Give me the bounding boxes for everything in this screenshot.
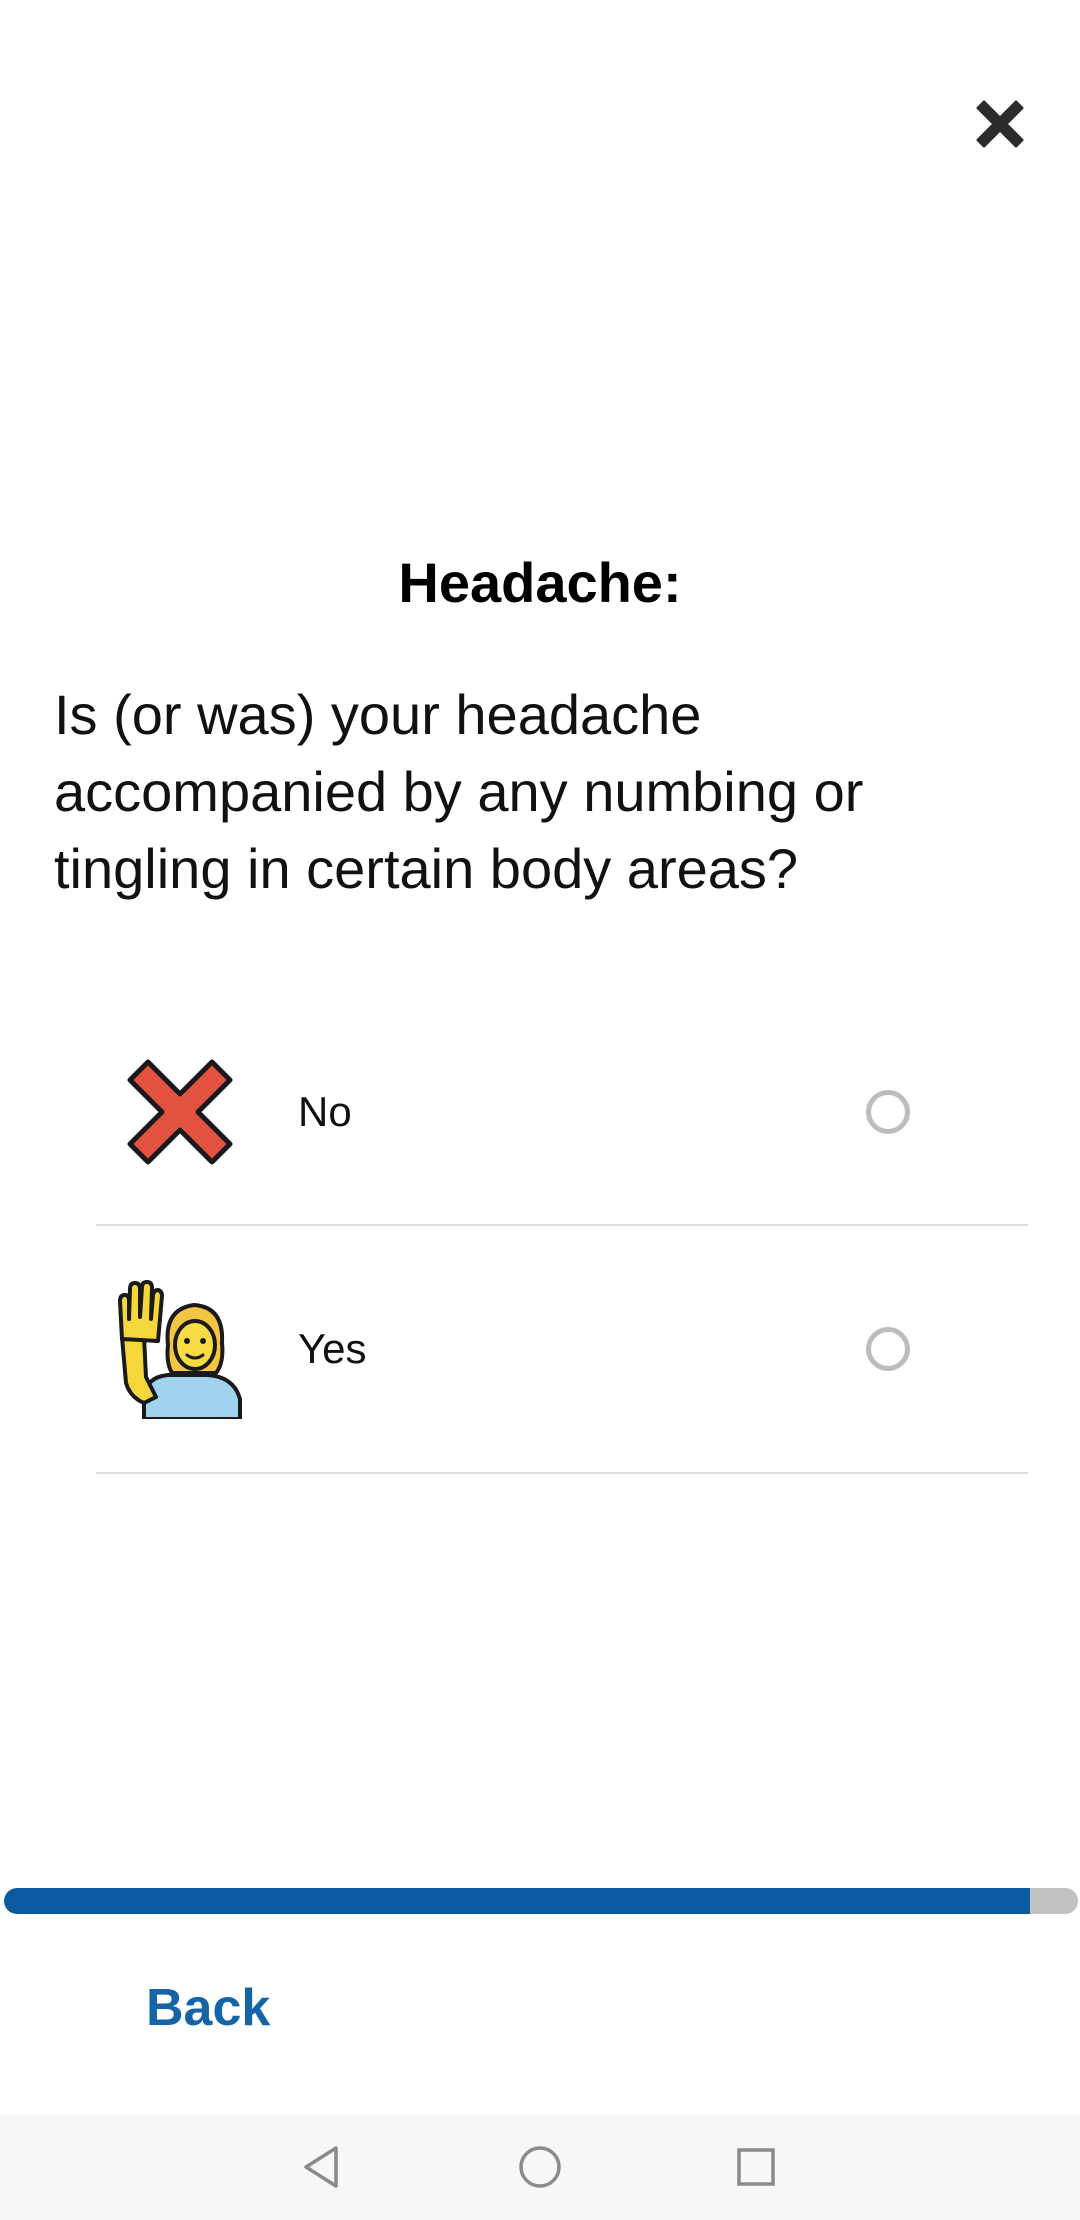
close-button[interactable] [960, 84, 1040, 164]
nav-home-button[interactable] [507, 2134, 573, 2200]
option-yes-radio[interactable] [866, 1327, 910, 1371]
back-button[interactable]: Back [146, 1978, 270, 2038]
questionnaire-screen: Headache: Is (or was) your headache acco… [0, 0, 1080, 2220]
option-no[interactable]: No [96, 1000, 1028, 1226]
red-cross-icon [116, 1048, 244, 1176]
option-yes-label: Yes [298, 1325, 367, 1372]
nav-recents-button[interactable] [723, 2134, 789, 2200]
progress-bar [4, 1888, 1078, 1914]
nav-home-circle-icon [519, 2146, 561, 2188]
progress-bar-fill [4, 1888, 1030, 1914]
nav-back-triangle-icon [304, 2146, 338, 2188]
option-yes[interactable]: Yes [96, 1226, 1028, 1474]
answer-options: No Yes [96, 1000, 1028, 1474]
question-text: Is (or was) your headache accompanied by… [54, 683, 864, 900]
nav-back-button[interactable] [290, 2134, 356, 2200]
person-raising-hand-icon [116, 1280, 244, 1419]
section-title: Headache: [398, 551, 682, 614]
option-no-radio[interactable] [866, 1090, 910, 1134]
close-x-icon [976, 100, 1024, 148]
system-navigation-bar [0, 2114, 1080, 2220]
option-no-label: No [298, 1088, 352, 1135]
nav-recents-square-icon [737, 2148, 775, 2186]
